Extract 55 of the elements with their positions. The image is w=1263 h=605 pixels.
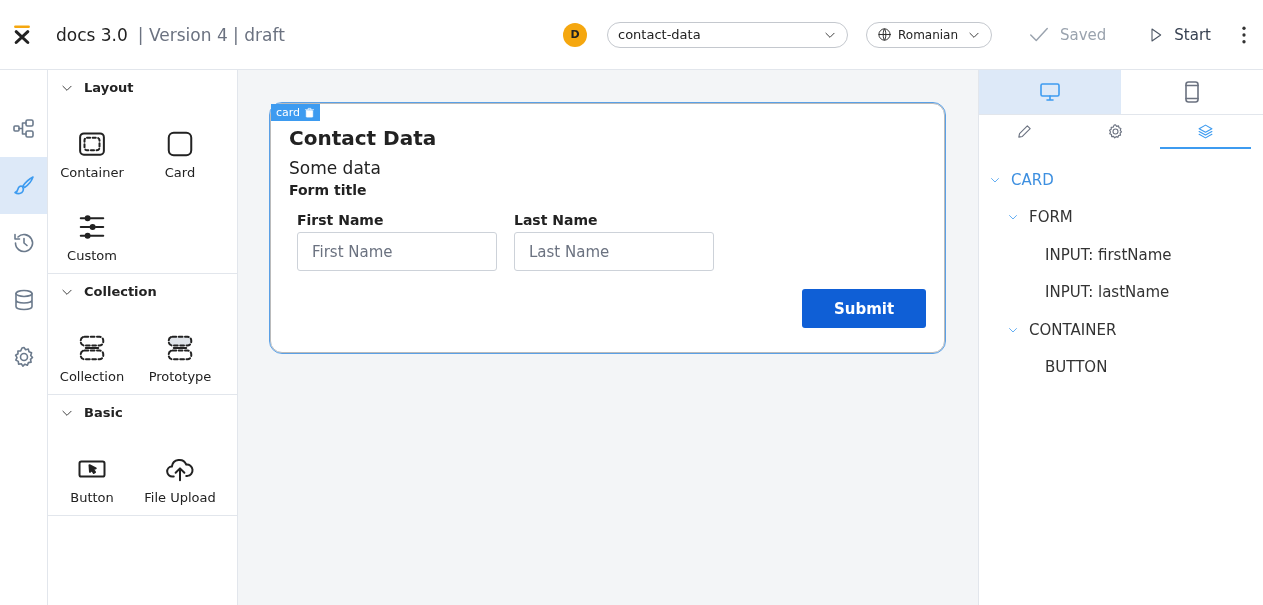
app-name: docs 3.0 xyxy=(56,24,128,45)
dashed-list-icon xyxy=(165,333,195,363)
container-icon xyxy=(77,129,107,159)
submit-button[interactable]: Submit xyxy=(802,289,926,328)
section-header[interactable]: Layout xyxy=(48,70,237,105)
tree-node[interactable]: BUTTON xyxy=(979,348,1263,386)
component-item[interactable]: Collection xyxy=(48,333,136,384)
tree-node[interactable]: INPUT: lastName xyxy=(979,273,1263,311)
trash-icon xyxy=(304,107,316,118)
dashed-list-icon xyxy=(77,333,107,363)
field-label: First Name xyxy=(297,212,385,228)
component-label: Collection xyxy=(59,369,125,384)
component-label: Prototype xyxy=(148,369,212,384)
settings-icon xyxy=(1106,122,1124,140)
component-label: Button xyxy=(70,490,114,505)
form-title: Form title xyxy=(289,182,368,198)
card-icon xyxy=(165,129,195,159)
component-item[interactable]: Card xyxy=(136,129,224,180)
input-field[interactable]: First Name xyxy=(297,232,497,271)
nav-item[interactable] xyxy=(0,157,47,214)
card-subtitle: Some data xyxy=(289,158,382,178)
component-item[interactable]: Prototype xyxy=(136,333,224,384)
monitor-icon xyxy=(1038,80,1062,104)
component-label: Custom xyxy=(67,248,117,263)
version-label: | Version 4 | draft xyxy=(137,24,285,45)
tree-node[interactable]: CONTAINER xyxy=(979,311,1263,349)
page-dropdown[interactable]: contact-data xyxy=(607,21,848,48)
globe-icon xyxy=(877,27,892,42)
section-header[interactable]: Collection xyxy=(48,274,237,309)
sliders-icon xyxy=(77,212,107,242)
device-tab[interactable] xyxy=(979,70,1121,114)
dropdown-value: contact-data xyxy=(618,27,701,42)
hierarchy-icon xyxy=(11,116,36,141)
user-avatar[interactable]: D xyxy=(563,22,587,47)
card-title: Contact Data xyxy=(289,126,438,150)
start-button[interactable]: Start xyxy=(1148,25,1211,44)
tree-node[interactable]: INPUT: firstName xyxy=(979,236,1263,274)
field-label: Last Name xyxy=(514,212,599,228)
pencil-icon xyxy=(1015,122,1033,140)
tag-label: card xyxy=(276,106,301,119)
layers-icon xyxy=(1197,122,1215,140)
more-icon[interactable] xyxy=(1241,24,1247,45)
component-label: Container xyxy=(60,165,124,180)
section-header[interactable]: Basic xyxy=(48,395,237,430)
language-dropdown[interactable]: Romanian xyxy=(866,21,992,48)
component-label: File Upload xyxy=(144,490,216,505)
logo-icon xyxy=(12,23,32,46)
component-item[interactable]: Custom xyxy=(48,212,136,263)
component-item[interactable]: Button xyxy=(48,454,136,505)
component-item[interactable]: File Upload xyxy=(136,454,224,505)
tree-node[interactable]: FORM xyxy=(979,198,1263,236)
dropdown-value: Romanian xyxy=(898,27,959,42)
input-field[interactable]: Last Name xyxy=(514,232,714,271)
component-label: Card xyxy=(164,165,196,180)
component-item[interactable]: Container xyxy=(48,129,136,180)
